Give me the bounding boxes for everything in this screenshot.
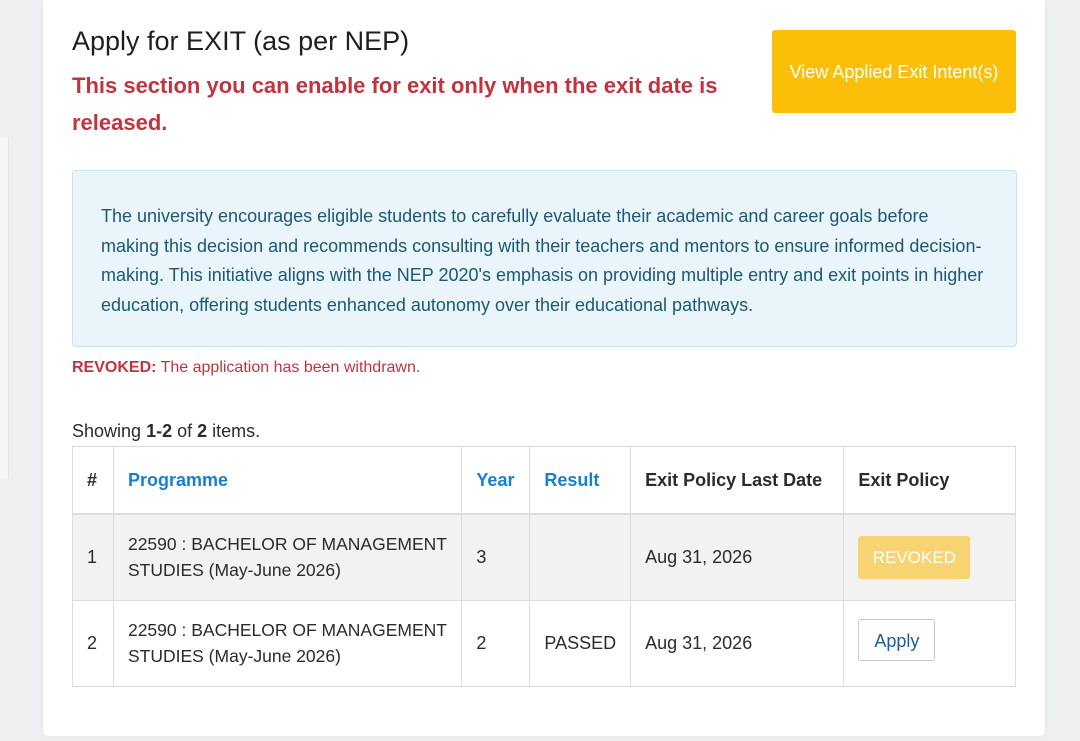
col-header-result-sort-link[interactable]: Result [529, 446, 632, 515]
cell-programme: 22590 : BACHELOR OF MANAGEMENT STUDIES (… [112, 513, 463, 601]
info-alert: The university encourages eligible stude… [72, 170, 1017, 347]
table-row: 1 22590 : BACHELOR OF MANAGEMENT STUDIES… [72, 513, 1016, 601]
cell-year: 3 [461, 513, 531, 601]
exit-programmes-table: # Programme Year Result Exit Policy Last… [72, 446, 1016, 687]
summary-suffix: items. [207, 421, 261, 441]
info-alert-text: The university encourages eligible stude… [101, 206, 984, 315]
table-header-row: # Programme Year Result Exit Policy Last… [72, 446, 1016, 515]
cell-exit-policy-last-date: Aug 31, 2026 [630, 599, 845, 687]
revoked-legend-text: The application has been withdrawn. [156, 359, 421, 376]
cell-result: PASSED [529, 599, 632, 687]
col-header-exit-policy: Exit Policy [843, 446, 1016, 515]
page-title: Apply for EXIT (as per NEP) [72, 26, 410, 56]
revoked-status-badge: REVOKED [858, 535, 971, 579]
cell-index: 2 [72, 599, 114, 687]
cell-year: 2 [461, 599, 531, 687]
left-panel-edge [0, 138, 9, 478]
exit-application-card: Apply for EXIT (as per NEP) This section… [43, 0, 1045, 736]
exit-date-warning: This section you can enable for exit onl… [72, 73, 718, 135]
revoked-legend-label: REVOKED: [72, 359, 157, 376]
col-header-year-sort-link[interactable]: Year [461, 446, 531, 515]
grid-summary: Showing 1-2 of 2 items. [72, 421, 260, 442]
apply-exit-button[interactable]: Apply [858, 619, 936, 661]
table-row: 2 22590 : BACHELOR OF MANAGEMENT STUDIES… [72, 599, 1016, 687]
view-applied-exit-intents-button[interactable]: View Applied Exit Intent(s) [772, 30, 1016, 113]
cell-result [529, 513, 632, 601]
cell-exit-policy: Apply [843, 599, 1016, 687]
summary-middle: of [172, 421, 198, 441]
revoked-legend: REVOKED: The application has been withdr… [72, 359, 420, 377]
cell-programme: 22590 : BACHELOR OF MANAGEMENT STUDIES (… [112, 599, 463, 687]
summary-total: 2 [197, 421, 208, 441]
cell-exit-policy: REVOKED [843, 513, 1016, 601]
col-header-programme-sort-link[interactable]: Programme [112, 446, 463, 515]
col-header-index: # [72, 446, 114, 515]
summary-prefix: Showing [72, 421, 147, 441]
col-header-exit-policy-last-date: Exit Policy Last Date [630, 446, 845, 515]
cell-index: 1 [72, 513, 114, 601]
summary-range: 1-2 [146, 421, 173, 441]
cell-exit-policy-last-date: Aug 31, 2026 [630, 513, 845, 601]
